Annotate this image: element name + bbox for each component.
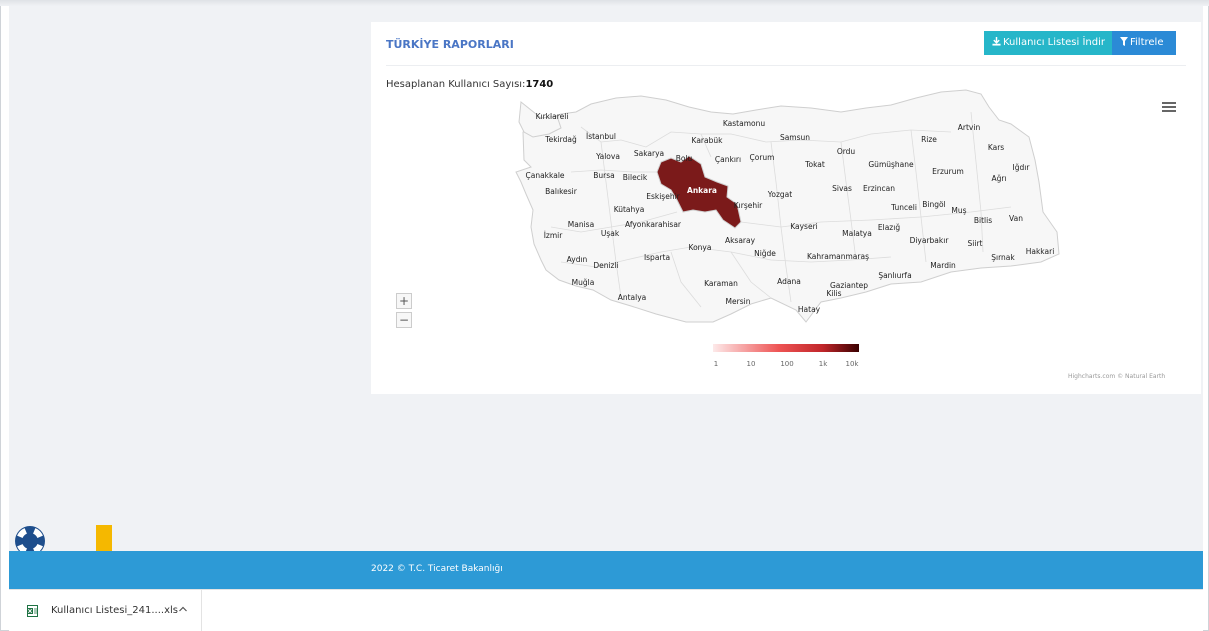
label-izmir: İzmir [544, 231, 564, 240]
label-corum: Çorum [750, 153, 775, 162]
label-bitlis: Bitlis [974, 216, 992, 225]
label-igdir: Iğdır [1013, 163, 1031, 172]
downloaded-file-item[interactable]: Kullanıcı Listesi_241....xls [9, 590, 202, 631]
label-mersin: Mersin [726, 297, 751, 306]
label-balikesir: Balıkesir [545, 187, 578, 196]
label-karabuk: Karabük [692, 136, 724, 145]
legend-tick: 1 [714, 360, 718, 368]
label-agri: Ağrı [991, 174, 1006, 183]
label-sivas: Sivas [832, 184, 852, 193]
label-erzincan: Erzincan [863, 184, 895, 193]
label-eskisehir: Eskişehir [646, 192, 680, 201]
label-samsun: Samsun [780, 133, 810, 142]
turkey-map[interactable]: Kırklareli Kastamonu Artvin Tekirdağ İst… [371, 22, 1201, 394]
footer-copyright: 2022 © T.C. Ticaret Bakanlığı [371, 564, 503, 574]
download-filename: Kullanıcı Listesi_241....xls [51, 605, 178, 616]
label-ankara: Ankara [687, 186, 717, 195]
zoom-in-button[interactable]: + [396, 293, 412, 309]
color-legend: 1 10 100 1k 10k [713, 344, 859, 368]
label-gumushane: Gümüşhane [868, 160, 914, 169]
zoom-out-button[interactable]: − [396, 312, 412, 328]
label-kilis: Kilis [826, 289, 841, 298]
label-sirnak: Şırnak [991, 253, 1015, 262]
label-manisa: Manisa [568, 220, 594, 229]
label-bursa: Bursa [593, 171, 615, 180]
label-mugla: Muğla [572, 278, 595, 287]
label-rize: Rize [921, 135, 937, 144]
label-sanliurfa: Şanlıurfa [878, 271, 911, 280]
chevron-up-icon[interactable] [179, 606, 187, 612]
label-kahramanmaras: Kahramanmaraş [807, 252, 869, 261]
label-van: Van [1009, 214, 1023, 223]
label-siirt: Siirt [968, 239, 983, 248]
label-istanbul: İstanbul [586, 132, 616, 141]
label-kastamonu: Kastamonu [723, 119, 765, 128]
label-nigde: Niğde [754, 249, 776, 258]
label-ordu: Ordu [837, 147, 856, 156]
label-tekirdag: Tekirdağ [544, 135, 577, 144]
legend-tick: 1k [819, 360, 828, 368]
label-malatya: Malatya [842, 229, 872, 238]
label-kirklareli: Kırklareli [536, 112, 569, 121]
label-adana: Adana [777, 277, 801, 286]
label-antalya: Antalya [618, 293, 647, 302]
legend-tick: 10k [846, 360, 860, 368]
label-mus: Muş [951, 206, 966, 215]
label-tokat: Tokat [804, 160, 825, 169]
label-artvin: Artvin [958, 123, 981, 132]
label-bilecik: Bilecik [623, 173, 648, 182]
page-footer: 2022 © T.C. Ticaret Bakanlığı [9, 551, 1203, 589]
report-panel: TÜRKİYE RAPORLARI Kullanıcı Listesi İndi… [371, 22, 1201, 394]
label-erzurum: Erzurum [932, 167, 964, 176]
label-sakarya: Sakarya [634, 149, 664, 158]
label-cankiri: Çankırı [715, 155, 741, 164]
label-kirsehir: Kırşehir [734, 201, 763, 210]
map-credits[interactable]: Highcharts.com © Natural Earth [1068, 373, 1165, 380]
legend-tick: 10 [747, 360, 756, 368]
label-denizli: Denizli [593, 261, 618, 270]
label-aydin: Aydın [567, 255, 588, 264]
label-karaman: Karaman [704, 279, 738, 288]
label-kayseri: Kayseri [790, 222, 818, 231]
label-yozgat: Yozgat [767, 190, 792, 199]
label-tunceli: Tunceli [890, 203, 917, 212]
label-bolu: Bolu [676, 154, 693, 163]
label-aksaray: Aksaray [725, 236, 756, 245]
label-mardin: Mardin [930, 261, 956, 270]
app-content: TÜRKİYE RAPORLARI Kullanıcı Listesi İndi… [9, 6, 1203, 551]
label-isparta: Isparta [644, 253, 670, 262]
label-bingol: Bingöl [922, 200, 945, 209]
label-konya: Konya [689, 243, 712, 252]
label-kutahya: Kütahya [614, 205, 645, 214]
label-hatay: Hatay [798, 305, 821, 314]
label-elazig: Elazığ [878, 223, 900, 232]
legend-tick: 100 [780, 360, 793, 368]
label-diyarbakir: Diyarbakır [910, 236, 950, 245]
label-canakkale: Çanakkale [525, 171, 564, 180]
label-kars: Kars [988, 143, 1004, 152]
label-usak: Uşak [601, 229, 620, 238]
label-hakkari: Hakkari [1026, 247, 1055, 256]
label-yalova: Yalova [595, 152, 620, 161]
label-afyonkarahisar: Afyonkarahisar [625, 220, 682, 229]
excel-file-icon [27, 605, 38, 617]
download-bar: Kullanıcı Listesi_241....xls [9, 589, 1203, 631]
